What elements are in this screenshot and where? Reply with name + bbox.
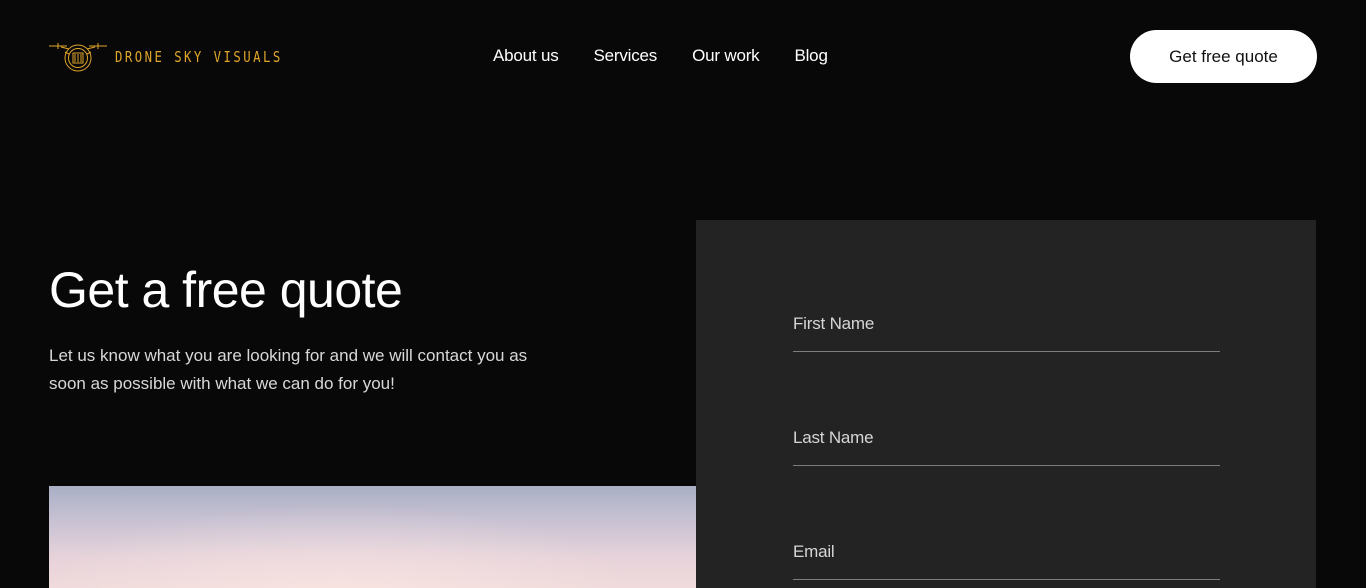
email-input[interactable] bbox=[793, 566, 1220, 580]
sky-photo bbox=[49, 486, 696, 588]
last-name-field: Last Name bbox=[793, 426, 1220, 466]
brand-name: DRONE SKY VISUALS bbox=[115, 48, 283, 66]
drone-camera-icon bbox=[49, 43, 107, 72]
quote-form-panel: First Name Last Name Email bbox=[696, 220, 1316, 588]
email-field: Email bbox=[793, 540, 1220, 580]
nav-item-blog[interactable]: Blog bbox=[794, 44, 827, 68]
site-header: DRONE SKY VISUALS About us Services Our … bbox=[0, 0, 1366, 113]
first-name-label: First Name bbox=[793, 314, 875, 333]
last-name-label: Last Name bbox=[793, 428, 874, 447]
last-name-input[interactable] bbox=[793, 452, 1220, 466]
nav-item-about-us[interactable]: About us bbox=[493, 44, 559, 68]
first-name-field: First Name bbox=[793, 312, 1220, 352]
get-free-quote-button[interactable]: Get free quote bbox=[1130, 30, 1317, 83]
nav-item-services[interactable]: Services bbox=[594, 44, 658, 68]
brand-logo-link[interactable]: DRONE SKY VISUALS bbox=[49, 40, 320, 74]
page: DRONE SKY VISUALS About us Services Our … bbox=[0, 0, 1366, 588]
first-name-input[interactable] bbox=[793, 338, 1220, 352]
page-title: Get a free quote bbox=[49, 262, 403, 318]
intro-description: Let us know what you are looking for and… bbox=[49, 346, 528, 393]
nav-item-our-work[interactable]: Our work bbox=[692, 44, 760, 68]
main-nav: About us Services Our work Blog bbox=[493, 44, 828, 68]
email-label: Email bbox=[793, 542, 835, 561]
